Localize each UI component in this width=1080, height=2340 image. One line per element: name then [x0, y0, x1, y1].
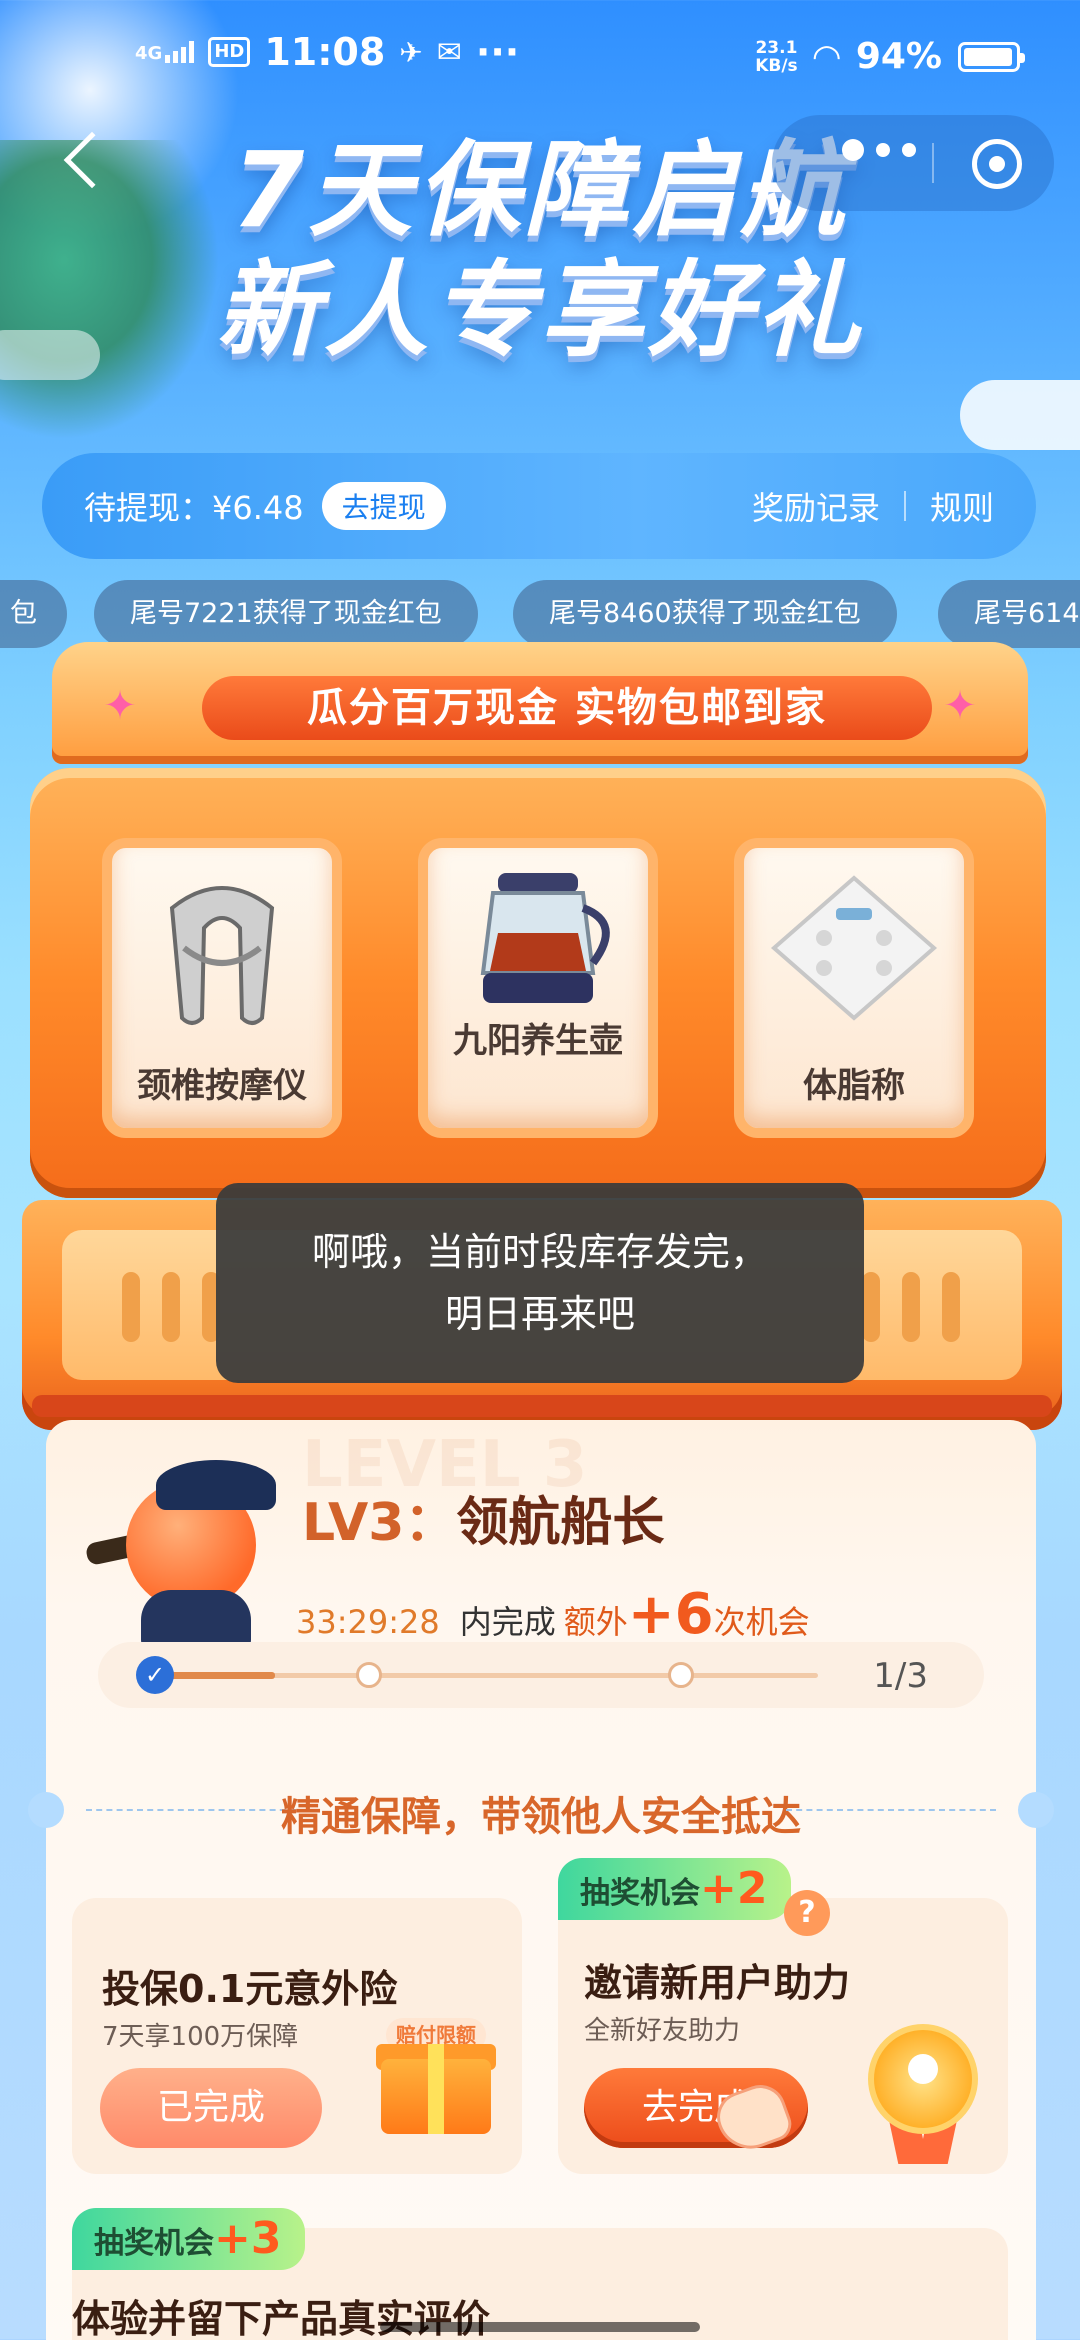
mail-icon: ✉ — [436, 34, 462, 70]
prize-label: 九阳养生壶 — [453, 1021, 623, 1061]
section-divider: 精通保障，带领他人安全抵达 — [28, 1780, 1054, 1840]
target-icon[interactable] — [972, 139, 1022, 189]
countdown-timer: 33:29:28 — [296, 1603, 440, 1641]
neck-massager-icon — [169, 886, 275, 1025]
level-name: 领航船长 — [456, 1493, 665, 1553]
more-dots-icon[interactable] — [842, 139, 916, 161]
level-progress-bar: ✓ 1/3 — [98, 1642, 984, 1708]
ticker-item: 尾号7221获得了现金红包 — [94, 580, 478, 648]
task-title: 体验并留下产品真实评价 — [72, 2297, 491, 2340]
prize-reel: 九阳养生壶 — [418, 838, 658, 1138]
progress-node — [356, 1662, 382, 1688]
balance-bar: 待提现：¥6.48 去提现 奖励记录 规则 — [42, 453, 1036, 559]
countdown-row: 33:29:28 内完成 额外+6次机会 — [296, 1582, 810, 1647]
vent-slot — [122, 1272, 140, 1342]
section-title: 精通保障，带领他人安全抵达 — [281, 1794, 801, 1840]
signal-indicator: 4G — [135, 41, 195, 64]
extra-suffix: 次机会 — [713, 1603, 810, 1641]
progress-count: 1/3 — [873, 1656, 928, 1696]
link-separator — [903, 491, 906, 521]
prize-reel: 颈椎按摩仪 — [102, 838, 342, 1138]
extra-count: +6 — [627, 1582, 714, 1647]
prize-label: 颈椎按摩仪 — [137, 1066, 307, 1106]
status-bar: 4G HD 11:08 ✈ ✉ ··· 23.1 KB/s ◠ 94% — [0, 0, 1080, 120]
task-subtitle: 7天享100万保障 — [102, 2022, 299, 2052]
chance-label: 抽奖机会 — [580, 1876, 700, 1911]
question-bubble-icon: ? — [784, 1890, 830, 1936]
sparkle-icon: ✦ — [943, 683, 977, 729]
network-speed: 23.1 KB/s — [755, 39, 797, 75]
ticker-item: 尾号6149 — [938, 580, 1080, 648]
task-card-insurance: 投保0.1元意外险 7天享100万保障 已完成 赔付限额 — [72, 1898, 522, 2174]
ticker-item: 尾号8460获得了现金红包 — [513, 580, 897, 648]
rules-link[interactable]: 规则 — [930, 483, 994, 529]
network-type: 4G — [135, 43, 163, 64]
lottery-chance-tag: 抽奖机会+3 — [72, 2208, 306, 2270]
cloud-decoration — [960, 380, 1080, 450]
task-title: 投保0.1元意外险 — [102, 1967, 398, 2011]
lottery-chance-tag: 抽奖机会+2 — [558, 1858, 792, 1920]
toast-line2: 明日再来吧 — [444, 1292, 635, 1336]
captain-mascot — [84, 1440, 286, 1650]
mini-program-capsule — [772, 115, 1054, 211]
speed-value: 23.1 — [755, 37, 798, 58]
progress-node-completed: ✓ — [136, 1656, 174, 1694]
divider-notch — [1018, 1792, 1054, 1828]
capsule-divider — [932, 143, 934, 183]
divider-dash — [786, 1809, 996, 1811]
task-completed-button[interactable]: 已完成 — [100, 2068, 322, 2148]
chance-label: 抽奖机会 — [94, 2226, 214, 2261]
bird-icon: ✈ — [399, 35, 423, 69]
withdraw-button[interactable]: 去提现 — [321, 482, 446, 530]
reward-records-link[interactable]: 奖励记录 — [752, 483, 880, 529]
prize-label: 体脂称 — [803, 1066, 905, 1106]
level-card: LEVEL 3 LV3：领航船长 33:29:28 内完成 额外+6次机会 ✓ … — [28, 1420, 1054, 2340]
person-icon — [908, 2054, 938, 2084]
gift-ribbon — [428, 2044, 444, 2134]
progress-fill — [168, 1672, 275, 1679]
task-title: 邀请新用户助力 — [584, 1961, 851, 2005]
machine-body: 颈椎按摩仪 九阳养生壶 体脂称 — [30, 768, 1046, 1198]
home-indicator[interactable] — [380, 2322, 700, 2332]
vent-slot — [942, 1272, 960, 1342]
wifi-icon: ◠ — [813, 36, 840, 77]
mascot-body — [141, 1590, 251, 1650]
chance-count: +3 — [214, 2213, 282, 2264]
prize-reel: 体脂称 — [734, 838, 974, 1138]
hero-title-line2: 新人专享好礼 — [215, 249, 864, 371]
notification-more-icon: ··· — [475, 30, 520, 74]
signal-icon — [165, 41, 195, 63]
machine-banner: 瓜分百万现金 实物包邮到家 — [202, 676, 932, 740]
progress-node — [668, 1662, 694, 1688]
captain-hat — [156, 1460, 276, 1510]
machine-rail — [32, 1395, 1052, 1417]
battery-percent: 94% — [855, 36, 942, 77]
extra-label: 额外 — [563, 1603, 628, 1641]
machine-header: ✦ 瓜分百万现金 实物包邮到家 ✦ — [52, 642, 1028, 764]
task-card-invite: 抽奖机会+2 ? 邀请新用户助力 全新好友助力 去完成 — [558, 1858, 1008, 2174]
battery-icon — [958, 41, 1025, 72]
gift-box-icon: 赔付限额 — [376, 2018, 496, 2134]
toast-line1: 啊哦，当前时段库存发完， — [311, 1230, 768, 1274]
sparkle-icon: ✦ — [103, 683, 137, 729]
level-title: LV3：领航船长 — [302, 1480, 664, 1555]
pending-amount: 待提现：¥6.48 — [84, 489, 304, 527]
winner-ticker: 包 尾号7221获得了现金红包 尾号8460获得了现金红包 尾号6149 — [0, 580, 1080, 648]
ticker-item: 包 — [0, 580, 67, 648]
speed-unit: KB/s — [755, 55, 798, 76]
status-time: 11:08 — [264, 30, 386, 74]
vent-slot — [162, 1272, 180, 1342]
chance-count: +2 — [700, 1863, 768, 1914]
vent-slot — [902, 1272, 920, 1342]
countdown-suffix: 内完成 — [459, 1603, 556, 1641]
medal-icon — [868, 2024, 978, 2164]
vent-slot — [862, 1272, 880, 1342]
hd-icon: HD — [208, 37, 251, 67]
task-subtitle: 全新好友助力 — [584, 2016, 741, 2046]
level-prefix: LV3： — [302, 1493, 457, 1553]
body-fat-scale-icon — [770, 875, 938, 1021]
stock-out-toast: 啊哦，当前时段库存发完， 明日再来吧 — [216, 1183, 864, 1383]
